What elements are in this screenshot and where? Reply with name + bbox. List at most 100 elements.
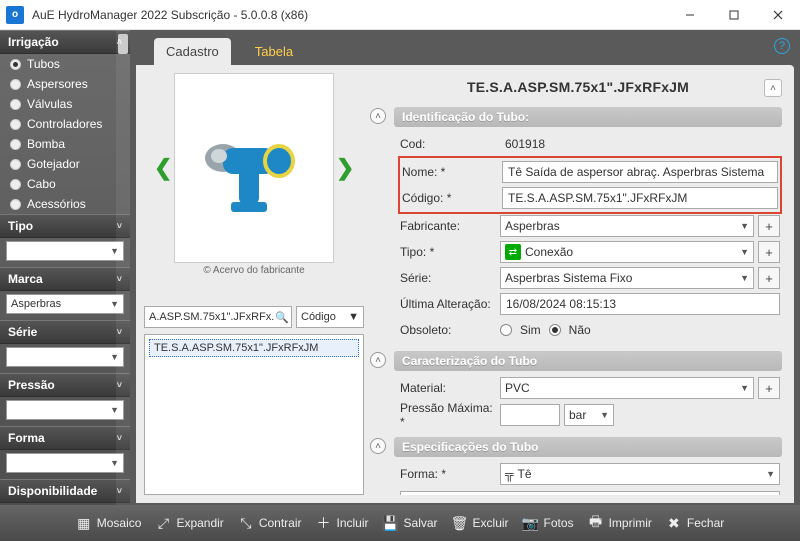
sidebar-header[interactable]: Disponibilidade˅ bbox=[0, 479, 130, 503]
product-image bbox=[174, 73, 334, 263]
value-forma: Tê bbox=[518, 467, 532, 481]
search-input[interactable]: A.ASP.SM.75x1".JFxRFx. 🔍 bbox=[144, 306, 292, 328]
next-image-button[interactable]: ❯ bbox=[336, 155, 354, 181]
help-icon[interactable]: ? bbox=[774, 38, 790, 54]
conexao-icon: ⇄ bbox=[505, 244, 521, 260]
toolbar-expandir-label: Expandir bbox=[176, 516, 223, 530]
value-serie: Asperbras Sistema Fixo bbox=[505, 271, 632, 285]
window-close-button[interactable] bbox=[756, 0, 800, 30]
print-icon: 🖶 bbox=[588, 515, 604, 531]
sidebar-item-label: Bomba bbox=[27, 137, 65, 151]
section-header-espec: Especificações do Tubo bbox=[394, 437, 782, 457]
tab-tabela[interactable]: Tabela bbox=[243, 38, 305, 65]
code-type-value: Código bbox=[301, 311, 336, 323]
section-header-carac: Caracterização do Tubo bbox=[394, 351, 782, 371]
prev-image-button[interactable]: ❮ bbox=[154, 155, 172, 181]
select-fabricante[interactable]: Asperbras ▼ bbox=[500, 215, 754, 237]
sidebar-select[interactable]: ▼ bbox=[6, 400, 124, 420]
radio-icon bbox=[10, 99, 21, 110]
value-cod: 601918 bbox=[500, 133, 780, 155]
toolbar-expandir[interactable]: ⤢ Expandir bbox=[155, 515, 223, 531]
sidebar: Irrigação˄Tubos Aspersores VálvulasControl… bbox=[0, 30, 130, 505]
sidebar-select[interactable]: ▼ bbox=[6, 453, 124, 473]
sidebar-item[interactable]: Tubos bbox=[0, 54, 130, 74]
select-serie[interactable]: Asperbras Sistema Fixo ▼ bbox=[500, 267, 754, 289]
form-scroll[interactable]: ˄ Identificação do Tubo: Cod: 601918 Nom… bbox=[370, 105, 786, 495]
sidebar-item[interactable]: Bomba bbox=[0, 134, 130, 154]
section-toggle-ident[interactable]: ˄ bbox=[370, 108, 386, 124]
code-type-select[interactable]: Código ▼ bbox=[296, 306, 364, 328]
add-fabricante-button[interactable]: + bbox=[758, 215, 780, 237]
value-material: PVC bbox=[505, 381, 530, 395]
select-pressao-unit[interactable]: bar▼ bbox=[564, 404, 614, 426]
sidebar-header[interactable]: Irrigação˄ bbox=[0, 30, 130, 54]
product-title: TE.S.A.ASP.SM.75x1".JFxRFxJM bbox=[370, 73, 786, 105]
sidebar-select[interactable]: ▼ bbox=[6, 347, 124, 367]
value-fabricante: Asperbras bbox=[505, 219, 560, 233]
select-tipo[interactable]: ⇄Conexão ▼ bbox=[500, 241, 754, 263]
section-toggle-espec[interactable]: ˄ bbox=[370, 438, 386, 454]
window-maximize-button[interactable] bbox=[712, 0, 756, 30]
input-codigo[interactable]: TE.S.A.ASP.SM.75x1".JFxRFxJM bbox=[502, 187, 778, 209]
add-serie-button[interactable]: + bbox=[758, 267, 780, 289]
list-item[interactable]: TE.S.A.ASP.SM.75x1".JFxRFxJM bbox=[149, 339, 359, 357]
toolbar-salvar[interactable]: 💾Salvar bbox=[383, 515, 438, 531]
results-list[interactable]: TE.S.A.ASP.SM.75x1".JFxRFxJM bbox=[144, 334, 364, 495]
radio-obsoleto-nao[interactable] bbox=[549, 324, 561, 336]
toolbar-fotos[interactable]: 📷 Fotos bbox=[523, 515, 574, 531]
sidebar-item[interactable]: Gotejador bbox=[0, 154, 130, 174]
toolbar-contrair-label: Contrair bbox=[259, 516, 302, 530]
sidebar-item[interactable]: Acessórios bbox=[0, 194, 130, 214]
chevron-down-icon: ▼ bbox=[740, 383, 749, 393]
sidebar-header[interactable]: Tipo˅ bbox=[0, 214, 130, 238]
collapse-all-button[interactable]: ˄ bbox=[764, 79, 782, 97]
collapse-icon: ⤡ bbox=[238, 515, 254, 531]
chevron-down-icon: ▼ bbox=[740, 273, 749, 283]
select-material[interactable]: PVC ▼ bbox=[500, 377, 754, 399]
label-ultima: Última Alteração: bbox=[400, 297, 496, 311]
sidebar-header[interactable]: Forma˅ bbox=[0, 426, 130, 450]
tab-cadastro[interactable]: Cadastro bbox=[154, 38, 231, 65]
label-serie: Série: bbox=[400, 271, 496, 285]
value-ultima: 16/08/2024 08:15:13 bbox=[500, 293, 780, 315]
app-icon: o bbox=[6, 6, 24, 24]
sidebar-item[interactable]: Cabo bbox=[0, 174, 130, 194]
sidebar-select[interactable]: ▼ bbox=[6, 241, 124, 261]
add-material-button[interactable]: + bbox=[758, 377, 780, 399]
chevron-down-icon: ▼ bbox=[740, 221, 749, 231]
label-codigo: Código: * bbox=[402, 191, 498, 205]
radio-obsoleto-sim[interactable] bbox=[500, 324, 512, 336]
radio-icon bbox=[10, 119, 21, 130]
select-forma[interactable]: ╦Tê ▼ bbox=[500, 463, 780, 485]
search-icon[interactable]: 🔍 bbox=[275, 311, 289, 324]
toolbar-contrair[interactable]: ⤡ Contrair bbox=[238, 515, 302, 531]
sidebar-header[interactable]: Série˅ bbox=[0, 320, 130, 344]
label-forma: Forma: * bbox=[400, 467, 496, 481]
sidebar-header[interactable]: Pressão˅ bbox=[0, 373, 130, 397]
input-nome[interactable]: Tê Saída de aspersor abraç. Asperbras Si… bbox=[502, 161, 778, 183]
sidebar-select[interactable]: Asperbras▼ bbox=[6, 294, 124, 314]
label-obsoleto-sim: Sim bbox=[520, 323, 541, 337]
toolbar-incluir[interactable]: ＋ Incluir bbox=[316, 515, 369, 531]
add-tipo-button[interactable]: + bbox=[758, 241, 780, 263]
toolbar-excluir[interactable]: 🗑Excluir bbox=[452, 515, 509, 531]
window-minimize-button[interactable] bbox=[668, 0, 712, 30]
toolbar-mosaico[interactable]: ▦Mosaico bbox=[76, 515, 142, 531]
te-icon: ╦ bbox=[505, 467, 514, 481]
expand-icon: ⤢ bbox=[155, 515, 171, 531]
sidebar-item[interactable]: Controladores bbox=[0, 114, 130, 134]
sidebar-item[interactable]: Válvulas bbox=[0, 94, 130, 114]
toolbar-fotos-label: Fotos bbox=[544, 516, 574, 530]
input-pressao[interactable] bbox=[500, 404, 560, 426]
plus-icon: ＋ bbox=[316, 515, 332, 531]
camera-icon: 📷 bbox=[523, 515, 539, 531]
section-body-espec: Forma: * ╦Tê ▼ bbox=[370, 457, 782, 495]
sidebar-item[interactable]: Aspersores bbox=[0, 74, 130, 94]
toolbar-incluir-label: Incluir bbox=[337, 516, 369, 530]
sidebar-header[interactable]: Marca˅ bbox=[0, 267, 130, 291]
section-toggle-carac[interactable]: ˄ bbox=[370, 352, 386, 368]
label-nome: Nome: * bbox=[402, 165, 498, 179]
sidebar-item-label: Aspersores bbox=[27, 77, 88, 91]
toolbar-imprimir[interactable]: 🖶Imprimir bbox=[588, 515, 652, 531]
toolbar-fechar[interactable]: ✖Fechar bbox=[666, 515, 724, 531]
